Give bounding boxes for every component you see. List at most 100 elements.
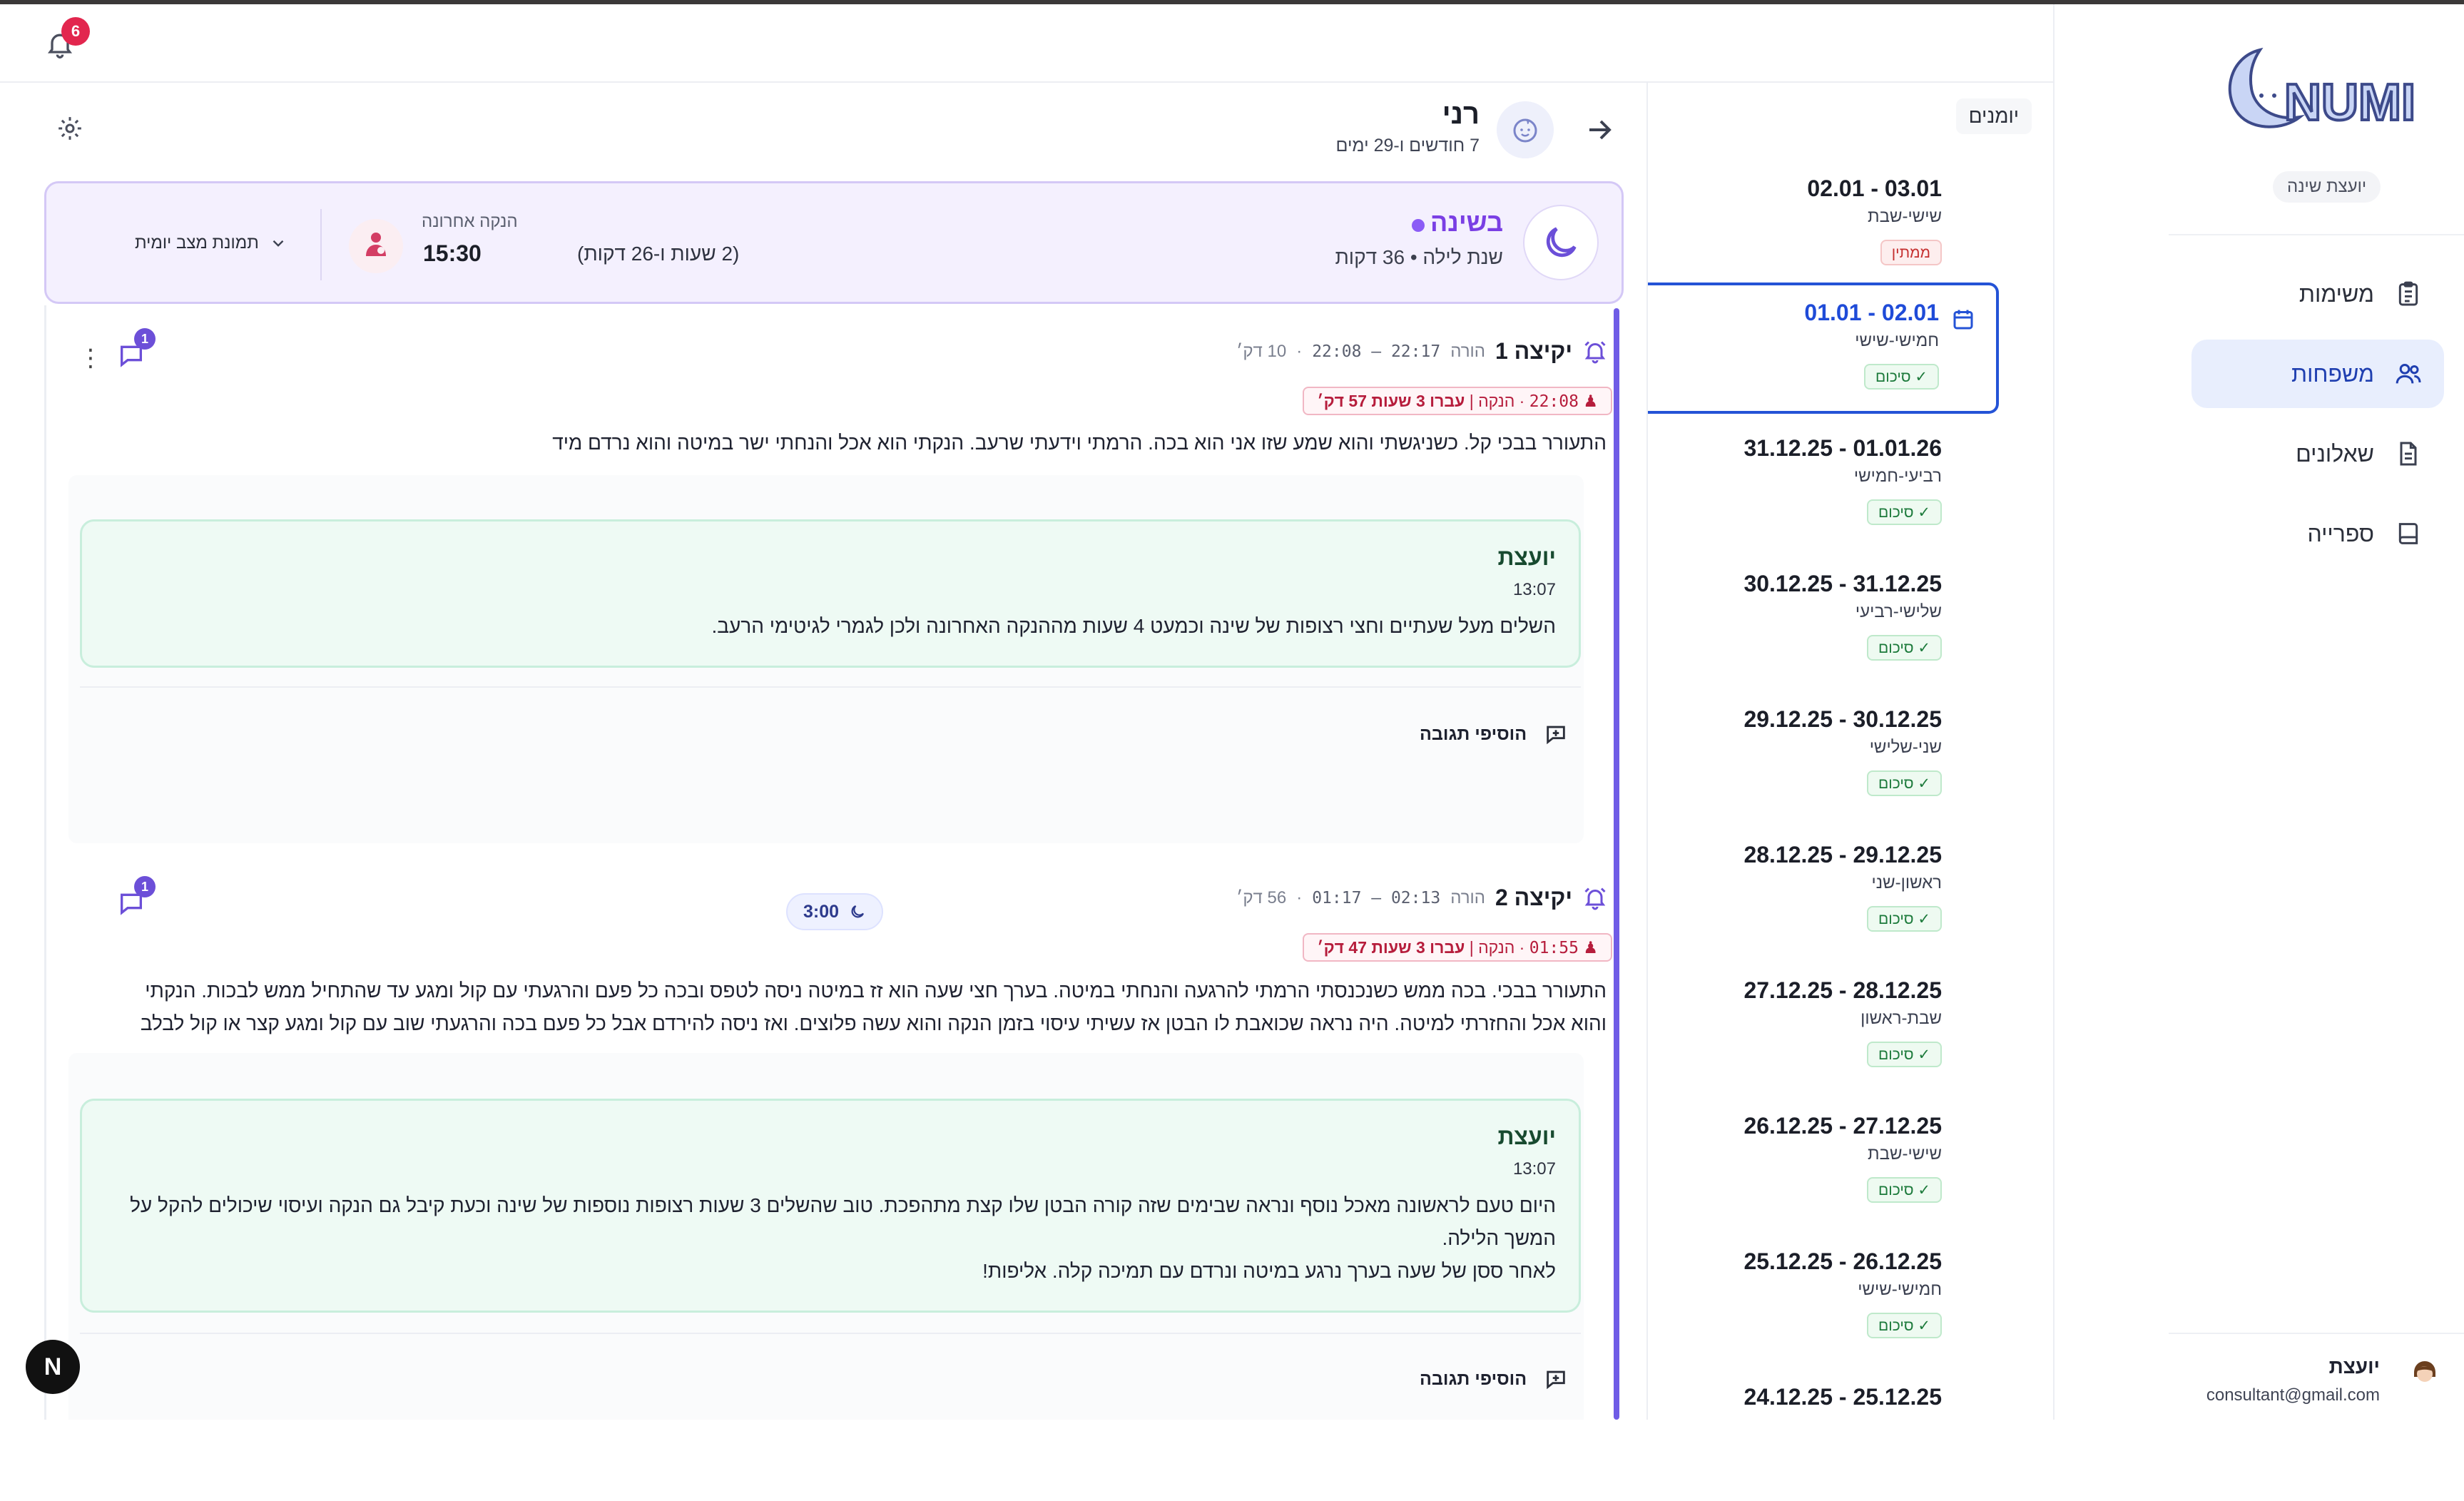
more-options-icon[interactable]: ⋮ — [78, 344, 103, 372]
journal-days: שישי-שבת — [1868, 207, 1942, 226]
feed-tag-time: 01:55 — [1529, 939, 1579, 957]
wake-duration: 56 דק׳ — [1236, 887, 1287, 907]
journal-range: 25.12.25 - 26.12.25 — [1743, 1248, 1942, 1274]
wake-header: יקיצה 2 הורה 01:17 – 02:13 · 56 דק׳ — [1236, 885, 1608, 911]
comment-plus-icon — [1547, 1370, 1565, 1390]
feed-emoji-icon: ♟ — [1583, 392, 1598, 410]
child-age: 7 חודשים ו-29 ימים — [1335, 136, 1480, 156]
add-reply-label: הוסיפי תגובה — [1420, 723, 1527, 744]
wake-title: יקיצה 2 — [1495, 885, 1572, 910]
feed-tag-label: הנקה — [1478, 392, 1515, 410]
wake-time: 22:08 – 22:17 — [1312, 342, 1441, 361]
nav-item-label: משימות — [2298, 280, 2374, 307]
journal-card-active[interactable]: 01.01 - 02.01 חמישי-שישי ✓ סיכום — [1648, 283, 1999, 414]
top-bar: 6 — [0, 4, 2053, 83]
wake-title: יקיצה 1 — [1495, 338, 1572, 364]
consultant-reply: יועצת 13:07 היום טעם לראשונה מאכל נוסף ו… — [80, 1099, 1581, 1313]
journal-card[interactable]: 29.12.25 - 30.12.25 שני-שלישי ✓ סיכום — [1648, 692, 1999, 823]
wake-time: 01:17 – 02:13 — [1312, 888, 1441, 907]
status-badge-label: סיכום — [1878, 640, 1914, 656]
reply-text: היום טעם לראשונה מאכל נוסף ונראה שבימים … — [105, 1189, 1556, 1288]
wake-role: הורה — [1450, 887, 1485, 907]
tag-pipe: | — [1469, 392, 1474, 410]
add-reply-label: הוסיפי תגובה — [1420, 1368, 1527, 1389]
reply-author: יועצת — [1497, 544, 1556, 570]
nav-item-library[interactable]: ספרייה — [2191, 499, 2444, 568]
reply-time: 13:07 — [1512, 580, 1556, 599]
journal-range: 24.12.25 - 25.12.25 — [1743, 1384, 1942, 1410]
avatar[interactable] — [2406, 1353, 2444, 1391]
feed-emoji-icon: ♟ — [1583, 938, 1598, 957]
nav-item-tasks[interactable]: משימות — [2191, 260, 2444, 328]
journals-title: יומנים — [1955, 98, 2032, 134]
journal-days: שלישי-רביעי — [1855, 602, 1942, 621]
nav-item-families[interactable]: משפחות — [2191, 340, 2444, 408]
last-feed-elapsed: (2 שעות ו-26 דקות) — [577, 243, 740, 265]
status-badge: ✓ סיכום — [1867, 635, 1942, 661]
add-reply-button[interactable]: הוסיפי תגובה — [1420, 1367, 1568, 1391]
add-reply-button[interactable]: הוסיפי תגובה — [1420, 722, 1568, 746]
moon-icon — [1546, 227, 1577, 258]
reply-paragraph: לאחר ססן של שעה בערך נרגע במיטה ונרדם עם… — [982, 1260, 1556, 1282]
journal-card[interactable]: 25.12.25 - 26.12.25 חמישי-שישי ✓ סיכום — [1648, 1234, 1999, 1365]
reply-paragraph: היום טעם לראשונה מאכל נוסף ונראה שבימים … — [130, 1194, 1556, 1249]
arrow-right-icon[interactable] — [1582, 113, 1617, 147]
wake-description: התעורר בבכי. בכה ממש כשנכנסתי הרמתי להרג… — [140, 980, 1607, 1034]
journal-card[interactable]: 31.12.25 - 01.01.26 רביעי-חמישי ✓ סיכום — [1648, 421, 1999, 552]
status-badge: ✓ סיכום — [1867, 1177, 1942, 1203]
numi-logo[interactable]: NUMI — [2216, 43, 2423, 136]
user-name: יועצת — [2328, 1355, 2380, 1378]
daily-snapshot-dropdown[interactable]: תמונת מצב יומית — [135, 233, 287, 253]
nav-item-questionnaires[interactable]: שאלונים — [2191, 419, 2444, 488]
status-badge-label: סיכום — [1875, 369, 1911, 385]
journal-range: 01.01 - 02.01 — [1804, 300, 1939, 325]
wake-header: יקיצה 1 הורה 22:08 – 22:17 · 10 דק׳ — [1236, 338, 1608, 365]
moon-icon — [851, 905, 865, 918]
journal-range: 29.12.25 - 30.12.25 — [1743, 706, 1942, 732]
baby-icon — [1497, 101, 1554, 158]
journal-days: רביעי-חמישי — [1853, 467, 1942, 486]
journal-range: 26.12.25 - 27.12.25 — [1743, 1113, 1942, 1139]
chevron-down-icon — [273, 240, 284, 247]
breastfeed-icon — [349, 219, 403, 273]
wake-role: הורה — [1450, 341, 1485, 361]
snapshot-label: תמונת מצב יומית — [135, 233, 259, 253]
journal-card[interactable]: 27.12.25 - 28.12.25 שבת-ראשון ✓ סיכום — [1648, 963, 1999, 1094]
journal-card[interactable]: 24.12.25 - 25.12.25 — [1648, 1370, 1999, 1501]
divider — [320, 209, 322, 280]
status-badge: ✓ סיכום — [1867, 906, 1942, 932]
tag-pipe: | — [1469, 938, 1474, 957]
journal-card[interactable]: 26.12.25 - 27.12.25 שישי-שבת ✓ סיכום — [1648, 1099, 1999, 1230]
status-badge-label: סיכום — [1878, 1318, 1914, 1334]
floating-action-button[interactable]: N — [26, 1340, 80, 1394]
journal-main: רני 7 חודשים ו-29 ימים בשינה שנת לילה • … — [0, 83, 1646, 1420]
journal-card[interactable]: 28.12.25 - 29.12.25 ראשון-שני ✓ סיכום — [1648, 828, 1999, 959]
sleep-status-subtitle: שנת לילה • 36 דקות — [1335, 246, 1503, 268]
journal-days: חמישי-שישי — [1858, 1280, 1942, 1299]
role-chip: יועצת שינה — [2273, 171, 2381, 203]
journals-list: יומנים 02.01 - 03.01 שישי-שבת ממתין 01.0… — [1646, 83, 2053, 1420]
clipboard-icon — [2398, 281, 2418, 306]
feed-tag-elapsed: עברו 3 שעות 47 דק׳ — [1317, 938, 1465, 957]
file-text-icon — [2400, 442, 2417, 466]
alarm-bell-icon — [1584, 340, 1606, 363]
journal-range: 27.12.25 - 28.12.25 — [1743, 977, 1942, 1003]
status-badge-label: סיכום — [1878, 504, 1914, 521]
alarm-bell-icon — [1584, 887, 1606, 910]
comment-plus-icon — [1547, 726, 1565, 745]
status-badge: ✓ סיכום — [1867, 1042, 1942, 1067]
gear-icon[interactable] — [56, 114, 84, 143]
divider — [80, 686, 1581, 688]
journal-range: 02.01 - 03.01 — [1807, 175, 1942, 201]
divider — [2169, 234, 2464, 235]
consultant-reply: יועצת 13:07 השלים מעל שעתיים וחצי רצופות… — [80, 519, 1581, 668]
wake-sep: · — [1296, 887, 1303, 907]
status-dot — [1412, 219, 1425, 232]
feed-tag: ♟ 22:08 · הנקה | עברו 3 שעות 57 דק׳ — [1303, 387, 1612, 415]
notification-badge: 6 — [61, 17, 90, 46]
status-badge: ✓ סיכום — [1867, 770, 1942, 796]
journal-card[interactable]: 02.01 - 03.01 שישי-שבת ממתין — [1648, 161, 1999, 292]
journal-card[interactable]: 30.12.25 - 31.12.25 שלישי-רביעי ✓ סיכום — [1648, 556, 1999, 688]
journal-days: שישי-שבת — [1868, 1144, 1942, 1164]
reply-time: 13:07 — [1512, 1159, 1556, 1179]
